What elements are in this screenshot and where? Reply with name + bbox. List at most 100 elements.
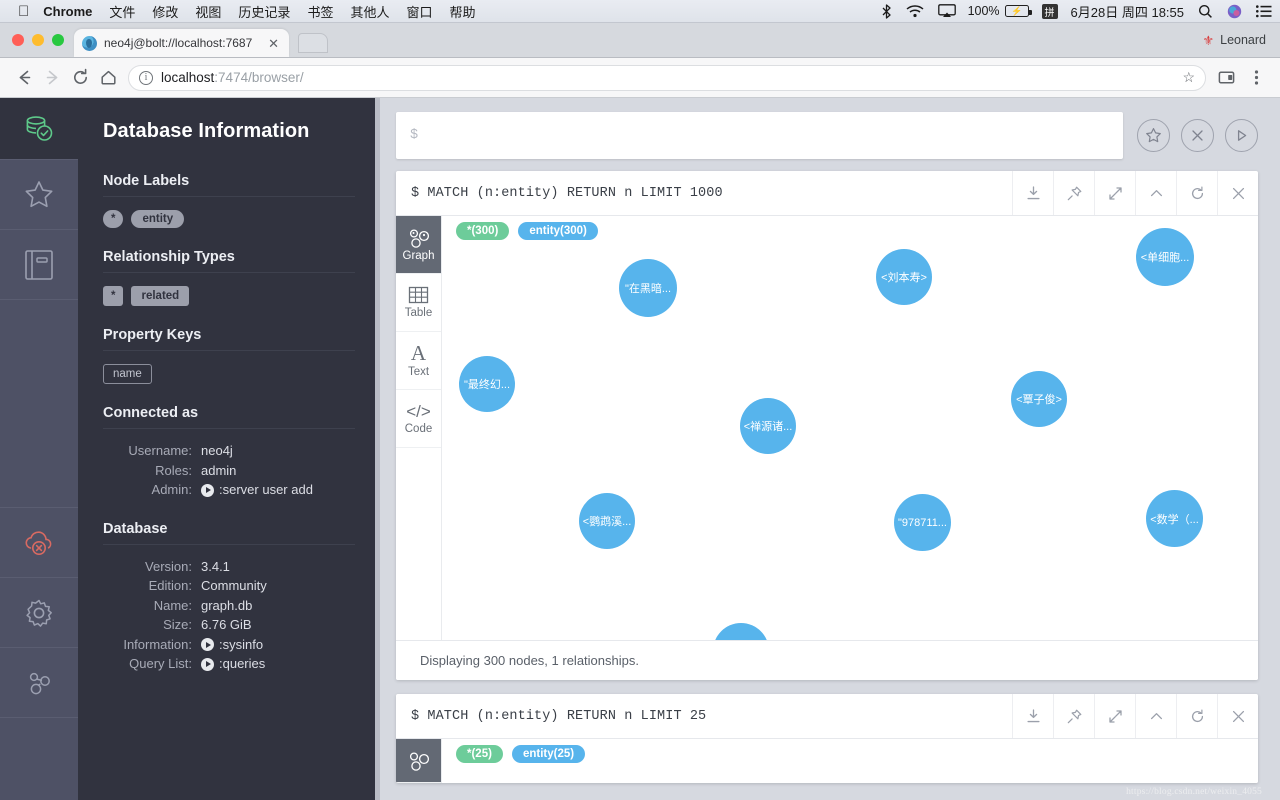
sidebar-item-documents[interactable] [0, 230, 78, 300]
pin-button[interactable] [1053, 694, 1094, 738]
sidebar-item-database[interactable] [0, 98, 78, 160]
input-method-indicator[interactable]: 拼 [1041, 3, 1058, 19]
rerun-button[interactable] [1176, 171, 1217, 215]
fullscreen-button[interactable] [1094, 694, 1135, 738]
tab-graph[interactable] [396, 739, 441, 783]
browser-tab[interactable]: neo4j@bolt://localhost:7687 ✕ [74, 29, 289, 57]
airplay-icon[interactable] [937, 4, 956, 18]
watermark-text: https://blog.csdn.net/weixin_4055 [1126, 787, 1262, 797]
legend-chip-entity[interactable]: entity(300) [518, 222, 598, 240]
relationship-chip-related[interactable]: related [131, 286, 190, 306]
frame-prompt: $ [411, 185, 420, 201]
legend-chip-all[interactable]: *(300) [456, 222, 510, 240]
legend-chip-entity[interactable]: entity(25) [511, 745, 586, 763]
menu-item-history[interactable]: 历史记录 [238, 2, 290, 21]
row-value-command[interactable]: :queries [201, 655, 265, 674]
sidebar-rail-gap [0, 300, 78, 508]
tab-table[interactable]: Table [396, 274, 441, 332]
close-frame-button[interactable] [1217, 694, 1258, 738]
run-query-button[interactable] [1225, 119, 1258, 152]
menu-item-window[interactable]: 窗口 [406, 2, 432, 21]
sidebar-item-favorites[interactable] [0, 160, 78, 230]
graph-node[interactable]: <禅源诸... [740, 398, 796, 454]
rerun-button[interactable] [1176, 694, 1217, 738]
address-bar[interactable]: i localhost:7474/browser/ ☆ [128, 64, 1206, 91]
menu-item-file[interactable]: 文件 [109, 2, 135, 21]
connected-as-rows: Username: neo4j Roles: admin Admin: :ser… [103, 442, 355, 500]
row-value: admin [201, 462, 237, 478]
divider [103, 543, 355, 545]
pin-button[interactable] [1053, 171, 1094, 215]
extensions-icon[interactable] [1212, 64, 1240, 92]
wifi-icon[interactable] [906, 4, 924, 18]
menu-item-help[interactable]: 帮助 [449, 2, 475, 21]
query-editor-input[interactable]: $ [396, 112, 1123, 159]
reload-icon[interactable] [66, 64, 94, 92]
tab-text[interactable]: A Text [396, 332, 441, 390]
sidebar-item-about[interactable] [0, 648, 78, 718]
result-stream: $ $ MATCH (n:entity) RETURN n LIMIT 1000 [380, 98, 1280, 800]
profile-chip[interactable]: ⚜ Leonard [1202, 33, 1280, 57]
close-icon[interactable]: ✕ [266, 37, 281, 50]
graph-canvas[interactable]: *(300) entity(300) "在黑暗... "最终幻... <刘本寿> <单… [442, 216, 1258, 640]
relationship-chip-all[interactable]: * [103, 286, 124, 306]
graph-node[interactable]: "最终幻... [459, 356, 515, 412]
menu-item-edit[interactable]: 修改 [152, 2, 178, 21]
site-info-icon[interactable]: i [139, 70, 153, 85]
clear-editor-button[interactable] [1181, 119, 1214, 152]
home-icon[interactable] [94, 64, 122, 92]
settings-gear-icon [26, 599, 52, 627]
toolbar-right-buttons [1212, 64, 1270, 92]
forward-arrow-icon[interactable] [38, 64, 66, 92]
section-connected-as: Connected as Username: neo4j Roles: admi… [103, 405, 355, 500]
row-value-command[interactable]: :server user add [201, 481, 313, 500]
property-key-chip-name[interactable]: name [103, 364, 152, 384]
siri-icon[interactable] [1227, 4, 1242, 19]
new-tab-button[interactable] [298, 33, 328, 53]
tab-graph[interactable]: Graph [396, 216, 441, 274]
fullscreen-button[interactable] [1094, 171, 1135, 215]
download-button[interactable] [1012, 694, 1053, 738]
sidebar-item-cloud[interactable] [0, 508, 78, 578]
spotlight-search-icon[interactable] [1198, 4, 1213, 19]
collapse-button[interactable] [1135, 694, 1176, 738]
list-item: Admin: :server user add [103, 481, 355, 500]
bookmark-star-icon[interactable]: ☆ [1182, 69, 1195, 86]
battery-charging-icon[interactable]: ⚡ [1004, 5, 1032, 17]
graph-node[interactable]: <刘本寿> [876, 249, 932, 305]
graph-node[interactable]: <数学（... [1146, 490, 1203, 547]
maximize-window-button[interactable] [52, 34, 64, 46]
back-arrow-icon[interactable] [10, 64, 38, 92]
graph-node[interactable]: "在黑暗... [619, 259, 677, 317]
close-frame-button[interactable] [1217, 171, 1258, 215]
favorite-query-button[interactable] [1137, 119, 1170, 152]
menubar-clock[interactable]: 6月28日 周四 18:55 [1071, 2, 1184, 21]
menu-item-view[interactable]: 视图 [195, 2, 221, 21]
bluetooth-icon[interactable] [881, 3, 892, 19]
legend-chip-all[interactable]: *(25) [456, 745, 503, 763]
drawer-title: Database Information [103, 120, 310, 142]
menu-item-people[interactable]: 其他人 [350, 2, 389, 21]
close-window-button[interactable] [12, 34, 24, 46]
menu-item-bookmarks[interactable]: 书签 [307, 2, 333, 21]
graph-node[interactable]: "978711... [894, 494, 951, 551]
chrome-menu-icon[interactable] [1242, 64, 1270, 92]
url-host: localhost [161, 70, 215, 85]
row-value-command[interactable]: :sysinfo [201, 636, 263, 655]
notification-center-icon[interactable] [1256, 4, 1272, 18]
download-button[interactable] [1012, 171, 1053, 215]
frame-toolbar [1012, 694, 1258, 738]
collapse-button[interactable] [1135, 171, 1176, 215]
graph-node[interactable]: <覃子俊> [1011, 371, 1067, 427]
minimize-window-button[interactable] [32, 34, 44, 46]
sidebar-item-settings[interactable] [0, 578, 78, 648]
graph-node[interactable] [713, 623, 769, 640]
apple-icon[interactable]:  [18, 4, 29, 19]
node-label-chip-all[interactable]: * [103, 210, 124, 228]
graph-node[interactable]: <单细胞... [1136, 228, 1194, 286]
menu-item-chrome[interactable]: Chrome [43, 4, 92, 19]
tab-code[interactable]: </> Code [396, 390, 441, 448]
graph-canvas[interactable]: *(25) entity(25) [442, 739, 1258, 783]
node-label-chip-entity[interactable]: entity [131, 210, 185, 228]
graph-node[interactable]: <鹦鹉溪... [579, 493, 635, 549]
